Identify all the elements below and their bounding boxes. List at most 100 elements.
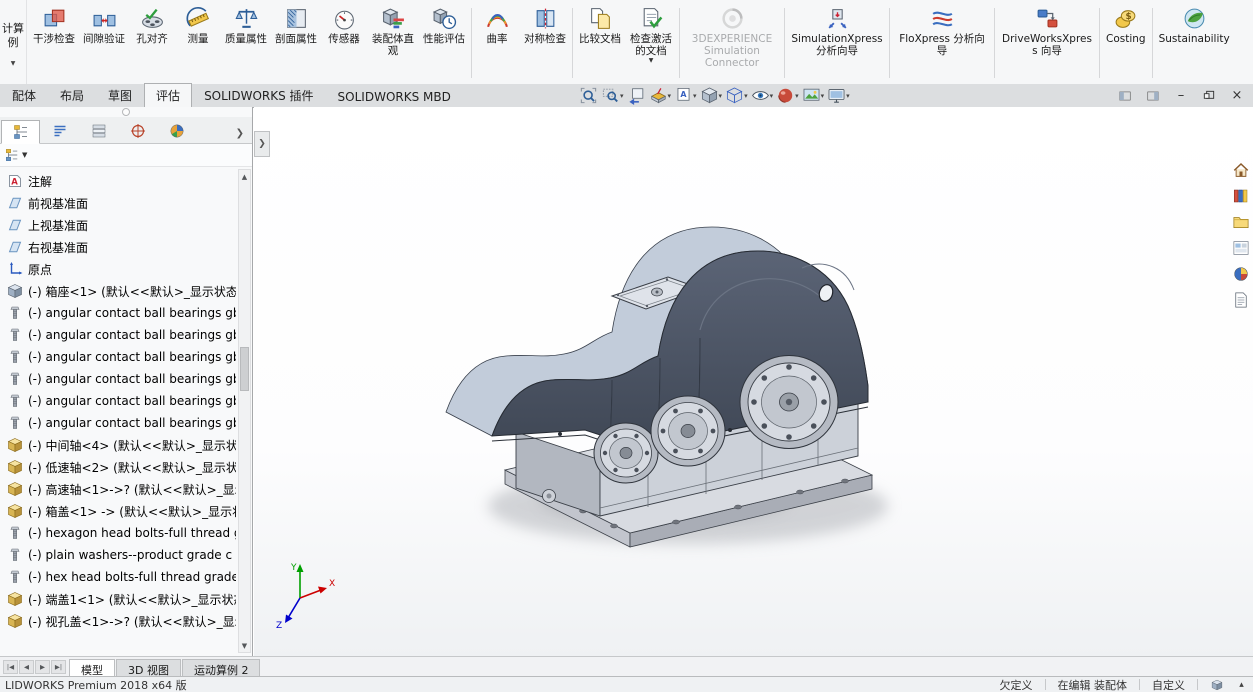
tree-item[interactable]: (-) 低速轴<2> (默认<<默认>_显示状态 xyxy=(0,456,252,478)
dropdown-caret-icon[interactable]: ▾ xyxy=(744,92,748,100)
graphics-area[interactable]: Y X Z xyxy=(254,107,1253,657)
dropdown-caret-icon[interactable]: ▾ xyxy=(620,92,624,100)
tree-item[interactable]: (-) 视孔盖<1>->? (默认<<默认>_显示状态 xyxy=(0,610,252,632)
tree-item[interactable]: (-) angular contact ball bearings gb xyxy=(0,324,252,346)
scrollbar-track[interactable] xyxy=(239,183,250,639)
minimize-button[interactable]: – xyxy=(1171,87,1191,105)
tab-scroll-next-button[interactable]: ▶ xyxy=(35,659,50,674)
collapse-left-pane-button[interactable] xyxy=(1115,87,1135,105)
tree-item[interactable]: (-) angular contact ball bearings gb xyxy=(0,368,252,390)
tree-item[interactable]: (-) hexagon head bolts-full thread g xyxy=(0,522,252,544)
check-active-document-button[interactable]: 检查激活的文档 ▼ xyxy=(625,2,677,80)
panel-tab-propertymanager[interactable] xyxy=(40,119,79,143)
gearbox-model-canvas[interactable]: Y X Z xyxy=(254,107,1253,657)
tree-scrollbar[interactable]: ▲ ▼ xyxy=(238,169,251,653)
curvature-button[interactable]: 曲率 xyxy=(474,2,520,80)
document-properties-button[interactable] xyxy=(1230,289,1251,310)
panel-tab-configurationmanager[interactable] xyxy=(79,119,118,143)
measure-button[interactable]: 测量 xyxy=(175,2,221,80)
collapse-right-pane-button[interactable] xyxy=(1143,87,1163,105)
dropdown-caret-icon[interactable]: ▾ xyxy=(770,92,774,100)
floxpress-wizard-button[interactable]: FloXpress 分析向导 xyxy=(892,2,992,80)
hide-show-items-button[interactable]: ▾ xyxy=(750,84,775,108)
compare-documents-button[interactable]: 比较文档 xyxy=(575,2,625,80)
dropdown-caret-icon[interactable]: ▾ xyxy=(821,92,825,100)
dropdown-caret-icon[interactable]: ▾ xyxy=(693,92,697,100)
panel-tab-displaymanager[interactable] xyxy=(157,119,196,143)
tree-item[interactable]: (-) 高速轴<1>->? (默认<<默认>_显示状态 xyxy=(0,478,252,500)
dropdown-caret-icon[interactable]: ▾ xyxy=(795,92,799,100)
interference-check-button[interactable]: 干涉检查 xyxy=(29,2,79,80)
tab-scroll-first-button[interactable]: |◀ xyxy=(3,659,18,674)
section-properties-button[interactable]: 剖面属性 xyxy=(271,2,321,80)
tree-item[interactable]: 原点 xyxy=(0,258,252,280)
performance-evaluation-button[interactable]: 性能评估 xyxy=(419,2,469,80)
simulationxpress-wizard-button[interactable]: SimulationXpress 分析向导 xyxy=(787,2,887,80)
edit-appearance-button[interactable]: ▾ xyxy=(775,84,800,108)
appearances-button[interactable] xyxy=(1230,263,1251,284)
tree-item[interactable]: 上视基准面 xyxy=(0,214,252,236)
scroll-up-button[interactable]: ▲ xyxy=(239,170,250,183)
view-settings-button[interactable]: ▾ xyxy=(826,84,851,108)
tab-solidworks-mbd[interactable]: SOLIDWORKS MBD xyxy=(326,86,463,107)
panel-tabs-overflow-arrow[interactable]: ❯ xyxy=(236,128,251,143)
panel-tab-dimxpertmanager[interactable] xyxy=(118,119,157,143)
tree-item[interactable]: 前视基准面 xyxy=(0,192,252,214)
tree-display-icon[interactable] xyxy=(5,148,19,162)
tab-evaluate[interactable]: 评估 xyxy=(144,83,193,108)
tree-item[interactable]: (-) 箱盖<1> -> (默认<<默认>_显示状态 xyxy=(0,500,252,522)
tree-item[interactable]: (-) 中间轴<4> (默认<<默认>_显示状态 xyxy=(0,434,252,456)
doc-tab-3d-views[interactable]: 3D 视图 xyxy=(116,659,181,677)
status-expand-icon[interactable]: ▴ xyxy=(1235,678,1248,691)
view-palette-button[interactable] xyxy=(1230,237,1251,258)
tab-scroll-last-button[interactable]: ▶| xyxy=(51,659,66,674)
panel-grab-handle[interactable] xyxy=(0,107,252,117)
zoom-area-button[interactable]: ▾ xyxy=(600,84,625,108)
tree-item[interactable]: (-) angular contact ball bearings gb xyxy=(0,390,252,412)
close-button[interactable]: × xyxy=(1227,87,1247,105)
gearbox-model[interactable] xyxy=(445,226,888,548)
dropdown-caret-icon[interactable]: ▾ xyxy=(846,92,850,100)
view-orientation-button[interactable]: ▾ xyxy=(699,84,724,108)
file-explorer-button[interactable] xyxy=(1230,211,1251,232)
dropdown-caret-icon[interactable]: ▼ xyxy=(649,57,654,65)
tree-item[interactable]: (-) 箱座<1> (默认<<默认>_显示状态 xyxy=(0,280,252,302)
clearance-verification-button[interactable]: 间隙验证 xyxy=(79,2,129,80)
tree-item[interactable]: (-) hex head bolts-full thread grade xyxy=(0,566,252,588)
motion-study-button-fragment[interactable]: 计算 例 ▼ xyxy=(0,0,27,84)
scrollbar-thumb[interactable] xyxy=(240,347,249,392)
tree-item[interactable]: (-) plain washers--product grade c xyxy=(0,544,252,566)
status-assembly-icon[interactable] xyxy=(1210,678,1223,691)
annotation-views-button[interactable]: A ▾ xyxy=(673,84,698,108)
panel-tab-featuremanager-tree[interactable] xyxy=(1,120,40,144)
costing-button[interactable]: $ Costing xyxy=(1102,2,1150,80)
sensors-button[interactable]: 传感器 xyxy=(321,2,367,80)
home-button[interactable] xyxy=(1230,159,1251,180)
panel-flyout-expand-button[interactable]: ❯ xyxy=(254,131,270,157)
doc-tab-motion-study-2[interactable]: 运动算例 2 xyxy=(181,659,261,677)
tree-display-caret-icon[interactable]: ▼ xyxy=(22,151,27,159)
dropdown-caret-icon[interactable]: ▾ xyxy=(719,92,723,100)
display-style-button[interactable]: ▾ xyxy=(724,84,749,108)
scroll-down-button[interactable]: ▼ xyxy=(239,639,250,652)
symmetry-check-button[interactable]: 对称检查 xyxy=(520,2,570,80)
tab-solidworks-addins[interactable]: SOLIDWORKS 插件 xyxy=(192,83,325,107)
sustainability-button[interactable]: Sustainability xyxy=(1155,2,1234,80)
3dexperience-simulation-connector-button[interactable]: 3DEXPERIENCE Simulation Connector xyxy=(682,2,782,80)
design-library-button[interactable] xyxy=(1230,185,1251,206)
mass-properties-button[interactable]: 质量属性 xyxy=(221,2,271,80)
hole-alignment-button[interactable]: 孔对齐 xyxy=(129,2,175,80)
tree-item[interactable]: (-) angular contact ball bearings gb xyxy=(0,412,252,434)
doc-tab-model[interactable]: 模型 xyxy=(69,659,115,677)
flyout-caret-icon[interactable]: ▼ xyxy=(11,60,16,68)
driveworksxpress-wizard-button[interactable]: DriveWorksXpress 向导 xyxy=(997,2,1097,80)
tree-item[interactable]: (-) angular contact ball bearings gb xyxy=(0,346,252,368)
section-view-button[interactable]: ▾ xyxy=(648,84,673,108)
tree-item[interactable]: A 注解 xyxy=(0,170,252,192)
zoom-fit-button[interactable] xyxy=(578,84,599,108)
restore-button[interactable] xyxy=(1199,87,1219,105)
tree-item[interactable]: (-) angular contact ball bearings gb xyxy=(0,302,252,324)
dropdown-caret-icon[interactable]: ▾ xyxy=(668,92,672,100)
tab-sketch[interactable]: 草图 xyxy=(96,83,144,107)
assembly-visualization-button[interactable]: 装配体直观 xyxy=(367,2,419,80)
